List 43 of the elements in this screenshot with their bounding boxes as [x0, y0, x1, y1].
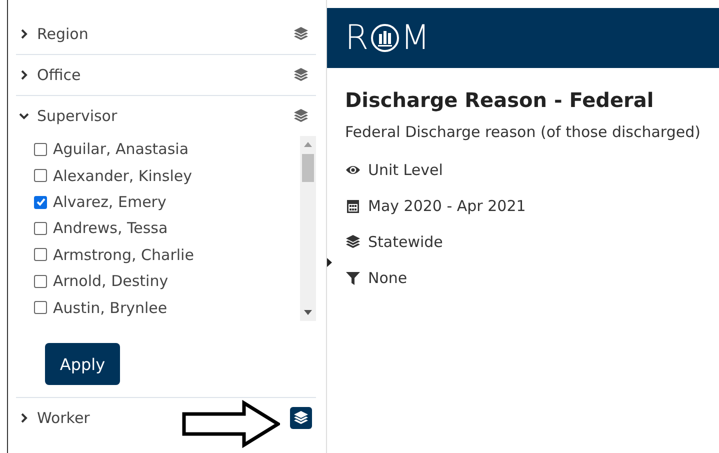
- facet-header[interactable]: Supervisor: [16, 96, 316, 136]
- meta-text: None: [368, 269, 408, 287]
- scroll-down-icon[interactable]: [304, 310, 312, 316]
- scroll-thumb[interactable]: [302, 154, 314, 182]
- report-title: Discharge Reason - Federal: [345, 88, 655, 112]
- checkbox[interactable]: [34, 169, 47, 182]
- report-subtitle: Federal Discharge reason (of those discharged): [345, 123, 702, 141]
- checkbox[interactable]: [34, 222, 47, 235]
- logo-letter: R: [345, 21, 369, 55]
- meta-text: Unit Level: [368, 161, 443, 179]
- facet-label: Region: [37, 25, 90, 43]
- checkbox[interactable]: [34, 274, 47, 288]
- chevron-icon: [19, 70, 29, 80]
- meta-text: Statewide: [368, 233, 443, 251]
- filter-icon: [345, 270, 361, 286]
- option-label: Arnold, Destiny: [53, 272, 168, 290]
- expand-toggle-icon[interactable]: [327, 258, 332, 267]
- checkbox[interactable]: [34, 196, 47, 209]
- checkbox[interactable]: [34, 248, 47, 262]
- facet-label: Supervisor: [37, 107, 118, 125]
- logo-letter: M: [400, 21, 430, 55]
- apply-button[interactable]: Apply: [45, 343, 120, 385]
- chevron-icon: [19, 413, 29, 423]
- chevron-icon: [19, 111, 29, 121]
- option-label: Andrews, Tessa: [53, 219, 168, 238]
- facet-label: Office: [37, 66, 82, 84]
- layers-icon: [345, 234, 361, 250]
- logo-icon: [370, 23, 400, 53]
- option-label: Alvarez, Emery: [53, 193, 166, 212]
- calendar-icon: [345, 198, 361, 214]
- checkbox[interactable]: [34, 301, 47, 314]
- scrollbar[interactable]: [300, 136, 316, 321]
- meta-text: May 2020 - Apr 2021: [368, 197, 526, 215]
- option-label: Armstrong, Charlie: [53, 246, 194, 264]
- facet-header[interactable]: Office: [16, 55, 316, 95]
- chevron-icon: [19, 29, 29, 39]
- option-label: Austin, Brynlee: [53, 298, 168, 317]
- checkbox[interactable]: [34, 142, 47, 156]
- option-label: Alexander, Kinsley: [53, 166, 192, 185]
- layers-button[interactable]: [290, 407, 312, 429]
- facet-label: Worker: [37, 409, 91, 427]
- option-label: Aguilar, Anastasia: [53, 140, 189, 158]
- facet-header[interactable]: Region: [16, 14, 316, 54]
